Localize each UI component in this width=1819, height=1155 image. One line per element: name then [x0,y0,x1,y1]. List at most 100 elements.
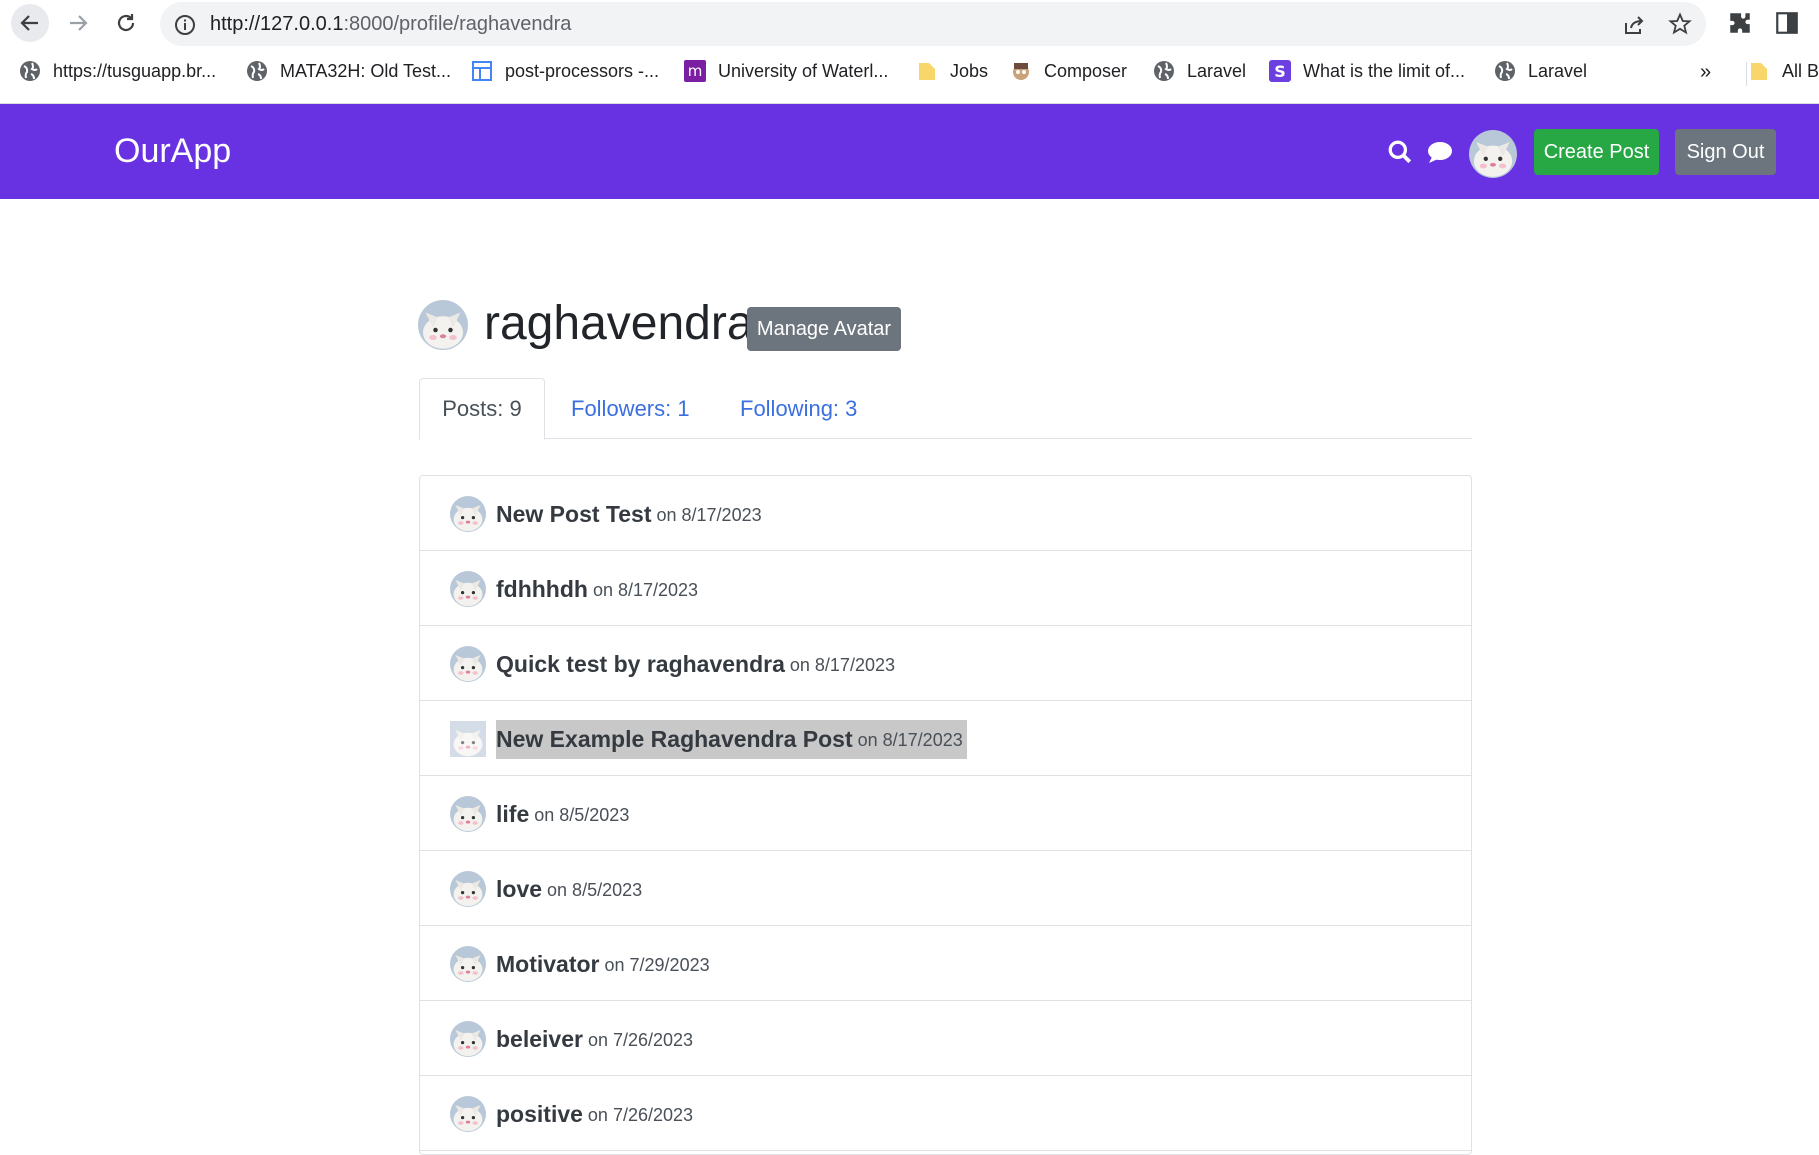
bookmark-label: post-processors -... [505,60,660,81]
bookmark-label: All B [1782,60,1819,81]
bookmark-item[interactable]: Laravel [1153,60,1246,82]
reload-button[interactable] [107,4,145,42]
post-date: on 7/29/2023 [604,954,710,975]
post-date: on 8/17/2023 [789,654,895,675]
reload-icon [117,14,135,32]
forward-button[interactable] [59,4,97,42]
brand-logo[interactable]: OurApp [114,132,231,171]
post-avatar [450,571,486,607]
url-host: http://127.0.0.1 [210,13,344,35]
list-item[interactable]: fdhhhdh on 8/17/2023 [420,551,1471,626]
post-list: New Post Test on 8/17/2023 fdhhhdh on 8/17… [419,475,1472,1155]
bookmark-item[interactable]: Composer [1010,60,1127,82]
back-button[interactable] [11,4,49,42]
browser-toolbar: http://127.0.0.1:8000/profile/raghavendr… [0,0,1819,46]
url-text: http://127.0.0.1:8000/profile/raghavendr… [210,13,571,36]
arrow-right-icon [70,15,88,31]
post-avatar [450,721,486,757]
post-avatar [450,1021,486,1057]
tab-followers[interactable]: Followers: 1 [571,378,690,439]
folder-icon [916,60,938,82]
list-item[interactable]: Motivator on 7/29/2023 [420,926,1471,1001]
more-bookmarks-button[interactable]: » [1700,61,1711,84]
post-date: on 8/5/2023 [547,879,643,900]
bookmark-label: University of Waterl... [718,60,889,81]
post-date: on 7/26/2023 [587,1104,694,1125]
url-path: :8000/profile/raghavendra [343,13,572,35]
post-date: on 8/17/2023 [852,719,967,759]
list-item[interactable]: New Example Raghavendra Post on 8/17/2023 [420,701,1471,776]
bookmark-item[interactable]: post-processors -... [471,60,659,82]
bookmark-item[interactable]: MATA32H: Old Test... [246,60,451,82]
share-icon[interactable] [1622,13,1646,37]
address-bar[interactable]: http://127.0.0.1:8000/profile/raghavendr… [160,2,1706,46]
manage-avatar-button[interactable]: Manage Avatar [747,307,901,351]
search-icon[interactable] [1387,139,1413,165]
post-title: New Example Raghavendra Post [496,719,853,759]
post-avatar [450,946,486,982]
bookmarks-separator [1746,62,1747,86]
post-title: Motivator [496,950,600,977]
post-avatar [450,496,486,532]
bookmark-item[interactable]: Jobs [916,60,988,82]
post-title: love [496,875,543,902]
globe-icon [1153,60,1175,82]
tab-posts[interactable]: Posts: 9 [419,378,545,440]
side-panel-icon[interactable] [1774,10,1800,36]
globe-icon [246,60,268,82]
chat-icon[interactable] [1426,139,1454,165]
bookmark-label: Composer [1044,60,1128,81]
post-avatar [450,796,486,832]
s-icon: S [1269,60,1291,82]
post-title: fdhhhdh [496,575,588,602]
post-title: New Post Test [496,500,652,527]
bookmark-label: Laravel [1187,60,1247,81]
profile-avatar [418,300,468,350]
composer-icon [1010,60,1032,82]
folder-icon [1748,60,1770,82]
post-date: on 8/17/2023 [592,579,699,600]
post-date: on 7/26/2023 [587,1029,694,1050]
profile-username: raghavendra [484,297,754,350]
arrow-left-icon [20,15,38,31]
all-bookmarks-item[interactable]: All B [1748,60,1819,82]
sign-out-button[interactable]: Sign Out [1675,129,1776,175]
profile-tabs: Posts: 9 Followers: 1 Following: 3 [419,378,1472,440]
list-item[interactable]: New Post Test on 8/17/2023 [420,476,1471,551]
info-icon [175,15,195,35]
avatar[interactable] [1469,130,1517,178]
post-title: Quick test by raghavendra [496,650,785,677]
bookmark-item[interactable]: https://tusguapp.br... [19,60,216,82]
svg-text:S: S [1274,62,1286,81]
globe-icon [19,60,41,82]
doc-icon [471,60,493,82]
bookmark-star-icon[interactable] [1668,12,1692,36]
post-title: beleiver [496,1025,583,1052]
m-icon: m [684,60,706,82]
post-date: on 8/17/2023 [656,504,762,525]
post-avatar [450,646,486,682]
bookmark-item[interactable]: m University of Waterl... [684,60,888,82]
bookmark-label: Laravel [1528,60,1588,81]
app-header: OurApp Create Post Sign Out [0,104,1819,199]
list-item[interactable]: beleiver on 7/26/2023 [420,1001,1471,1076]
create-post-button[interactable]: Create Post [1534,129,1659,175]
list-item[interactable]: Quick test by raghavendra on 8/17/2023 [420,626,1471,701]
bookmark-label: MATA32H: Old Test... [280,60,452,81]
svg-text:m: m [688,62,703,80]
bookmarks-bar: https://tusguapp.br... MATA32H: Old Test… [0,54,1819,94]
bookmark-item[interactable]: S What is the limit of... [1269,60,1465,82]
list-item[interactable]: love on 8/5/2023 [420,851,1471,926]
post-title: positive [496,1100,583,1127]
bookmark-item[interactable]: Laravel [1494,60,1587,82]
list-item[interactable]: life on 8/5/2023 [420,776,1471,851]
bookmark-label: Jobs [950,60,989,81]
extensions-icon[interactable] [1727,10,1753,36]
bookmark-label: What is the limit of... [1303,60,1466,81]
tab-following[interactable]: Following: 3 [740,378,857,439]
post-avatar [450,1096,486,1132]
globe-icon [1494,60,1516,82]
post-avatar [450,871,486,907]
bookmark-label: https://tusguapp.br... [53,60,217,81]
post-title: life [496,800,530,827]
